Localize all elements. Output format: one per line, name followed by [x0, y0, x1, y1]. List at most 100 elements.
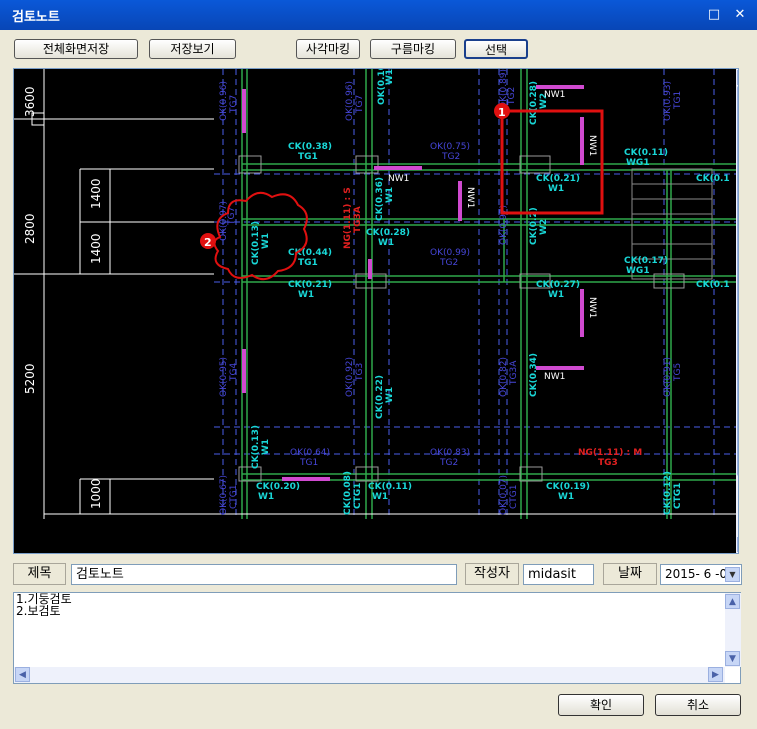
label: TG2 [439, 258, 458, 268]
marker-1[interactable]: 1 [494, 103, 510, 119]
label: TG7 [229, 95, 239, 114]
label: W1 [261, 233, 271, 249]
note-vertical-scrollbar[interactable]: ▲ ▼ [725, 593, 741, 667]
label: CK(0.34) [529, 353, 539, 397]
author-input[interactable]: midasit [523, 564, 594, 585]
label: NW1 [544, 372, 565, 382]
label: OK(0.92) [345, 357, 355, 397]
save-full-screen-button[interactable]: 전체화면저장 [14, 39, 138, 59]
label: CK(0.38) [288, 142, 332, 152]
note-horizontal-scrollbar[interactable]: ◀ ▶ [14, 667, 725, 683]
label: TG5 [673, 363, 683, 382]
label: CK(0.12) [663, 471, 673, 515]
label: CTG1 [509, 485, 519, 509]
label: CK(0.19) [546, 482, 590, 492]
close-icon[interactable]: ✕ [731, 6, 749, 24]
label: W1 [385, 387, 395, 403]
label: OK(0.67) [219, 475, 229, 515]
cancel-button[interactable]: 취소 [655, 694, 741, 716]
label: NW1 [544, 90, 565, 100]
label: NW1 [587, 297, 597, 318]
label: WG1 [626, 266, 650, 276]
marker-2[interactable]: 2 [200, 233, 216, 249]
label: TG3 [598, 458, 618, 468]
note-scroll-up-icon[interactable]: ▲ [725, 594, 740, 609]
dim-1400b: 1400 [89, 233, 103, 264]
label: W1 [378, 238, 394, 248]
window-title: 검토노트 [12, 10, 60, 25]
marker-1-label: 1 [498, 106, 506, 119]
dim-2800: 2800 [23, 213, 37, 244]
label: TG3 [355, 363, 365, 382]
label: CK(0.08) [343, 471, 353, 515]
label: TG3A [509, 360, 519, 386]
label: W1 [385, 69, 395, 85]
member-labels: OK(0.96) TG7 OK(0.96) TG7 OK(0.89) TG2 O… [219, 69, 730, 515]
label: TG1 [298, 152, 318, 162]
label: TG2 [507, 87, 517, 106]
label: NW1 [465, 187, 475, 208]
label: W1 [385, 187, 395, 203]
label: CK(0.27) [536, 280, 580, 290]
label: TG1 [673, 91, 683, 110]
label: CK(0.1 [696, 174, 730, 184]
note-scroll-down-icon[interactable]: ▼ [725, 651, 740, 666]
note-textarea[interactable]: 1.기둥검토 2.보검토 ▲ ▼ ◀ ▶ [13, 592, 741, 684]
label: CK(0.11) [624, 148, 668, 158]
dim-1000: 1000 [89, 478, 103, 509]
label: W1 [548, 290, 564, 300]
ok-button[interactable]: 확인 [558, 694, 644, 716]
label: TG1 [299, 458, 318, 468]
label: CK(0.44) [288, 248, 332, 258]
view-saved-button[interactable]: 저장보기 [149, 39, 236, 59]
marker-2-label: 2 [204, 236, 212, 249]
label: TG1 [298, 258, 318, 268]
label: NG(1.11) : M [578, 448, 642, 458]
vertical-scrollbar[interactable]: ▲ ▼ [736, 69, 738, 553]
cloud-mark-button[interactable]: 구름마킹 [370, 39, 456, 59]
label: OK(0.83) [430, 448, 470, 458]
label: WG1 [626, 158, 650, 168]
note-scroll-left-icon[interactable]: ◀ [15, 667, 30, 682]
scroll-up-icon[interactable]: ▲ [737, 70, 738, 85]
label: OK(0.95) [219, 357, 229, 397]
label: TG7 [355, 95, 365, 114]
label: CK(0.21) [536, 174, 580, 184]
label: CTG1 [353, 483, 363, 509]
select-button[interactable]: 선택 [464, 39, 528, 59]
title-bar: 검토노트 □ ✕ [0, 0, 757, 30]
dialog-body: 전체화면저장 저장보기 사각마킹 구름마킹 선택 3600 1400 2800 … [0, 30, 757, 729]
drawing-viewport[interactable]: 3600 1400 2800 1400 5200 1000 OK(0.96) T… [13, 68, 739, 554]
label: CTG1 [673, 483, 683, 509]
structural-drawing[interactable]: 3600 1400 2800 1400 5200 1000 OK(0.96) T… [14, 69, 736, 554]
date-label: 날짜 [603, 563, 657, 585]
label: CK(0.22) [375, 375, 385, 419]
date-picker[interactable]: 2015- 6 -08 ▼ [660, 564, 742, 585]
label: CK(0.28) [529, 81, 539, 125]
note-text: 1.기둥검토 2.보검토 [16, 592, 72, 618]
dimension-lines [14, 69, 214, 519]
label: CK(0.36) [375, 177, 385, 221]
maximize-icon[interactable]: □ [705, 6, 723, 24]
vertical-scroll-thumb[interactable] [737, 86, 738, 476]
dropdown-arrow-icon[interactable]: ▼ [725, 567, 740, 582]
label: CK(0.20) [256, 482, 300, 492]
label: W1 [558, 492, 574, 502]
title-input[interactable]: 검토노트 [71, 564, 457, 585]
note-scroll-right-icon[interactable]: ▶ [708, 667, 723, 682]
author-label: 작성자 [465, 563, 519, 585]
dim-5200: 5200 [23, 363, 37, 394]
label: W1 [261, 439, 271, 455]
dim-1400a: 1400 [89, 178, 103, 209]
label: OK(0.07) [499, 475, 509, 515]
rect-mark-button[interactable]: 사각마킹 [296, 39, 360, 59]
title-label: 제목 [13, 563, 66, 585]
label: CK(0.21) [288, 280, 332, 290]
label: OK(0.96) [345, 81, 355, 121]
dim-3600: 3600 [23, 86, 37, 117]
label: OK(0.93) [663, 81, 673, 121]
label: NG(1.11) : S [343, 187, 353, 249]
scroll-down-icon[interactable]: ▼ [737, 537, 738, 552]
label: CK(0.1 [696, 280, 730, 290]
rect-mark[interactable] [500, 109, 604, 215]
